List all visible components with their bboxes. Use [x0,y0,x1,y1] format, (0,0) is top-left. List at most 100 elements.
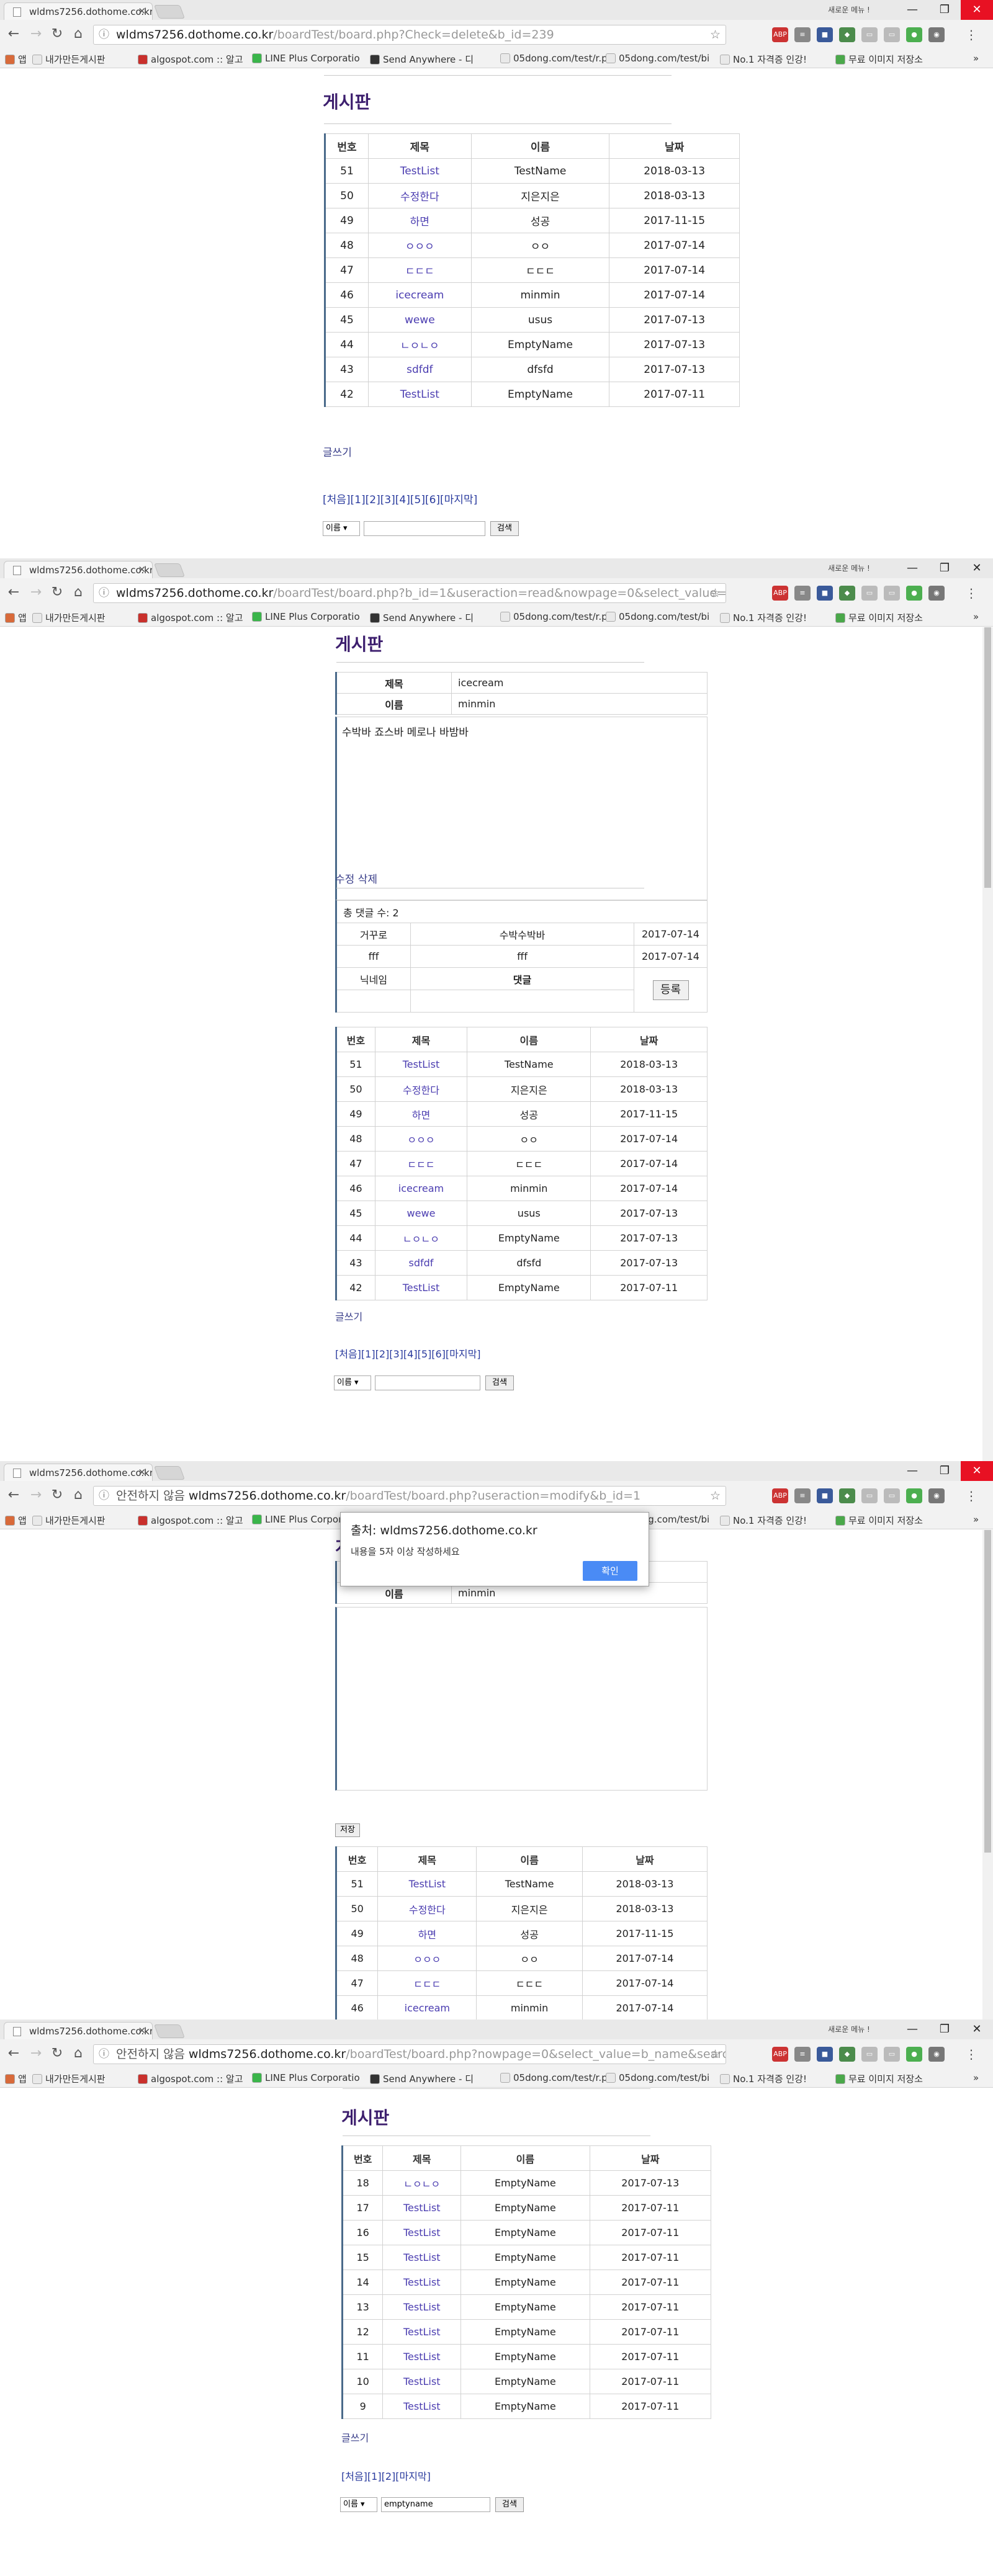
search-field-select[interactable]: 이름 ▾ [340,2497,377,2512]
extension-icon[interactable]: ▭ [861,586,878,601]
post-title-link[interactable]: TestList [403,1058,439,1070]
extension-icon[interactable]: ● [906,586,922,601]
bookmark-item[interactable]: 05dong.com/test/bi [606,53,709,64]
minimize-icon[interactable]: — [896,0,928,20]
post-title-link[interactable]: ㅇㅇㅇ [407,1134,434,1146]
cell-title[interactable]: ㄴㅇㄴㅇ [367,332,472,357]
reload-icon[interactable]: ↻ [50,584,65,600]
bookmark-item[interactable]: 내가만든게시판 [32,2072,106,2085]
search-input[interactable] [364,521,485,536]
home-icon[interactable]: ⌂ [71,584,86,600]
extension-icon[interactable]: ■ [817,27,833,42]
reload-icon[interactable]: ↻ [50,1487,65,1503]
post-title-link[interactable]: icecream [398,1183,444,1194]
extension-icon[interactable]: ◉ [928,586,945,601]
post-title-link[interactable]: TestList [403,2301,440,2313]
extension-icon[interactable]: ◆ [839,1488,855,1503]
address-bar[interactable]: ⓘ wldms7256.dothome.co.kr/boardTest/board… [93,583,726,603]
tab-close-icon[interactable]: ✕ [138,564,146,575]
bookmark-item[interactable]: 05dong.com/test/bi [606,2072,709,2083]
reload-icon[interactable]: ↻ [50,2046,65,2061]
cell-title[interactable]: ㄷㄷㄷ [367,257,472,283]
cell-title[interactable]: TestList [382,2195,462,2220]
cell-title[interactable]: sdfdf [367,357,472,382]
bookmark-item[interactable]: No.1 자격증 인강! [720,2072,807,2085]
cell-title[interactable]: wewe [374,1201,468,1226]
bookmark-item[interactable]: algospot.com :: 알고 [138,1514,243,1527]
post-title-link[interactable]: 하면 [410,216,429,228]
page-info-icon[interactable]: ⓘ [99,25,109,44]
bookmark-item[interactable]: algospot.com :: 알고 [138,53,243,66]
cell-title[interactable]: TestList [374,1275,468,1300]
bookmark-item[interactable]: LINE Plus Corporatio [252,611,360,622]
extension-icon[interactable]: ≡ [794,2047,811,2062]
address-bar[interactable]: ⓘ 안전하지 않음 wldms7256.dothome.co.kr/boardTes… [93,1486,726,1506]
cell-title[interactable]: icecream [367,282,472,308]
address-bar[interactable]: ⓘ 안전하지 않음 wldms7256.dothome.co.kr/boardTes… [93,2044,726,2064]
back-icon[interactable]: ← [6,584,21,600]
cell-title[interactable]: TestList [382,2344,462,2369]
post-title-link[interactable]: sdfdf [407,364,433,376]
bookmark-item[interactable]: 05dong.com/test/r.p [500,53,608,64]
post-title-link[interactable]: wewe [407,1207,436,1219]
back-icon[interactable]: ← [6,2046,21,2061]
post-title-link[interactable]: ㄷㄷㄷ [405,266,434,278]
cell-title[interactable]: TestList [374,1052,468,1077]
cell-title[interactable]: ㄴㅇㄴㅇ [382,2170,462,2196]
bookmark-item[interactable]: 앱 [5,53,27,66]
cell-title[interactable]: TestList [382,2220,462,2245]
cell-title[interactable]: 하면 [377,1921,477,1946]
page-info-icon[interactable]: ⓘ [99,1487,109,1505]
cell-title[interactable]: wewe [367,307,472,333]
bookmark-item[interactable]: 내가만든게시판 [32,611,106,624]
cell-title[interactable]: ㄷㄷㄷ [377,1970,477,1996]
forward-icon[interactable]: → [29,584,43,600]
bookmark-item[interactable]: algospot.com :: 알고 [138,2072,243,2085]
menu-icon[interactable]: ⋮ [963,2047,979,2062]
nickname-input[interactable] [336,990,411,1013]
more-bookmarks-icon[interactable]: » [973,611,979,622]
tab-close-icon[interactable]: ✕ [138,6,146,17]
close-window-icon[interactable]: ✕ [961,2019,993,2039]
extension-icon[interactable]: ABP [772,27,788,42]
cell-title[interactable]: icecream [374,1176,468,1201]
cell-title[interactable]: ㅇㅇㅇ [367,233,472,258]
new-tab-button[interactable] [153,1466,186,1480]
restore-icon[interactable]: ❐ [928,0,961,20]
cell-title[interactable]: TestList [382,2319,462,2345]
post-title-link[interactable]: icecream [395,289,444,302]
restore-icon[interactable]: ❐ [928,558,961,578]
scrollbar-thumb[interactable] [984,1530,991,1853]
extension-icon[interactable]: ABP [772,1488,788,1503]
page-info-icon[interactable]: ⓘ [99,584,109,602]
bookmark-item[interactable]: LINE Plus Corporatio [252,53,360,64]
new-tab-button[interactable] [153,5,186,19]
post-title-link[interactable]: TestList [403,2276,440,2288]
write-link[interactable]: 글쓰기 [335,1308,362,1323]
extension-icon[interactable]: ▭ [884,2047,900,2062]
minimize-icon[interactable]: — [896,2019,928,2039]
close-window-icon[interactable]: ✕ [961,558,993,578]
extension-icon[interactable]: ● [906,2047,922,2062]
post-title-link[interactable]: 하면 [412,1109,430,1121]
bookmark-item[interactable]: Send Anywhere - 디 [370,2072,474,2085]
bookmark-star-icon[interactable]: ☆ [710,2045,721,2064]
post-title-link[interactable]: TestList [403,2351,440,2363]
post-title-link[interactable]: TestList [403,1282,439,1294]
cell-title[interactable]: 하면 [374,1101,468,1127]
cell-title[interactable]: TestList [367,382,472,407]
search-button[interactable]: 검색 [490,521,519,536]
cell-title[interactable]: TestList [382,2270,462,2295]
cell-title[interactable]: ㅇㅇㅇ [377,1946,477,1971]
cell-title[interactable]: 하면 [367,208,472,233]
new-tab-button[interactable] [153,563,186,577]
cell-title[interactable]: 수정한다 [367,183,472,208]
close-window-icon[interactable]: ✕ [961,0,993,20]
post-title-link[interactable]: TestList [409,1878,446,1890]
post-title-link[interactable]: icecream [405,2002,450,2014]
extension-icon[interactable]: ◆ [839,27,855,42]
bookmark-item[interactable]: No.1 자격증 인강! [720,53,807,66]
cell-title[interactable]: 수정한다 [374,1076,468,1102]
pagination[interactable]: [처음][1][2][마지막] [341,2468,431,2483]
bookmark-item[interactable]: 앱 [5,1514,27,1527]
